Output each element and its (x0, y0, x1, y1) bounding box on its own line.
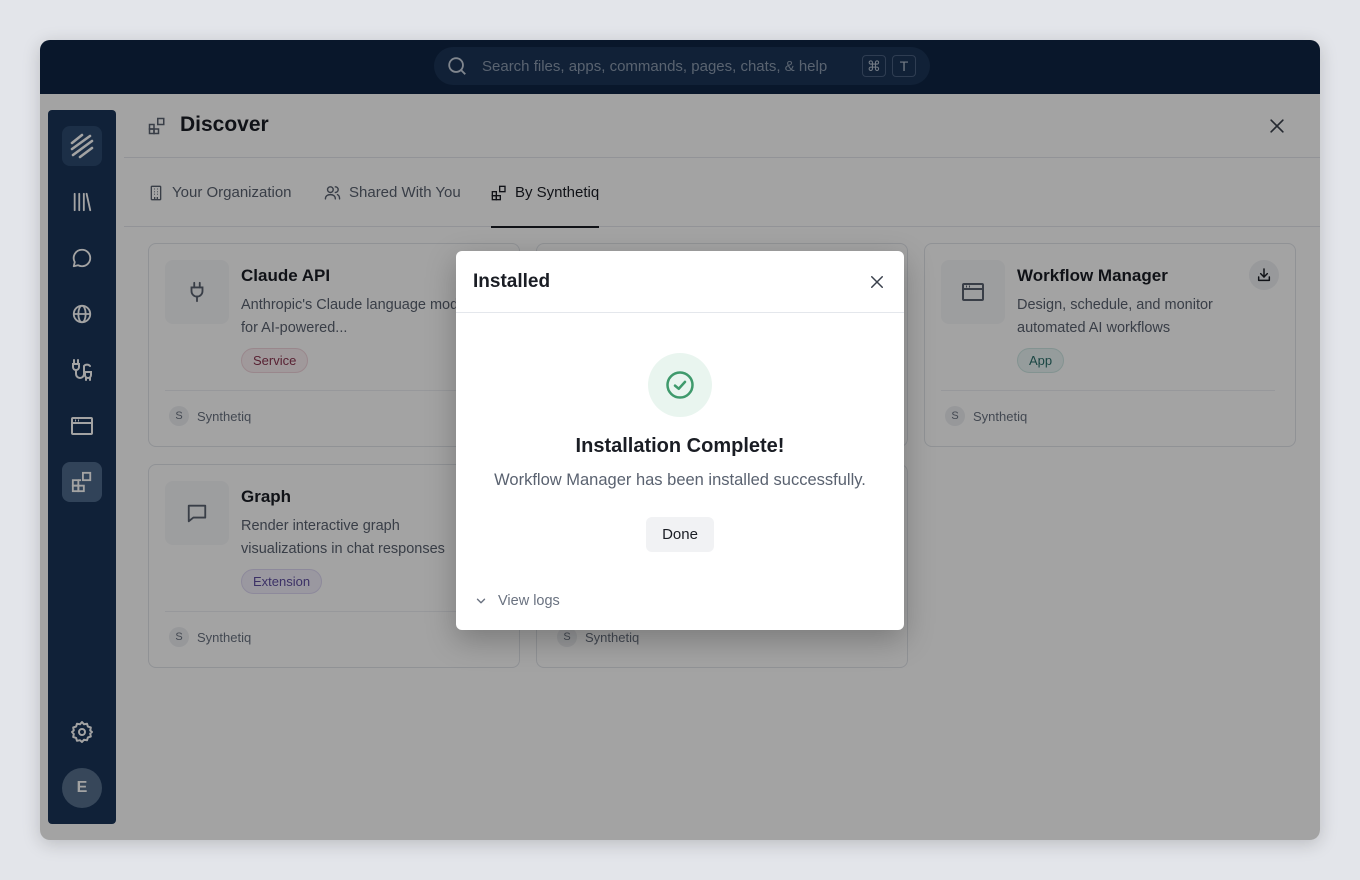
card-description: Anthropic's Claude language model for AI… (241, 297, 470, 336)
window-icon (962, 283, 984, 301)
view-logs-toggle[interactable]: View logs (474, 593, 560, 609)
global-search[interactable]: Search files, apps, commands, pages, cha… (434, 47, 930, 85)
globe-icon (72, 304, 92, 324)
card-icon-box (941, 260, 1005, 324)
publisher-avatar: S (169, 627, 189, 647)
tab-by-synthetiq[interactable]: By Synthetiq (491, 158, 600, 228)
gear-icon (71, 721, 93, 743)
publisher-name: Synthetiq (585, 629, 640, 645)
tab-label: Shared With You (349, 184, 461, 201)
download-icon (1257, 268, 1271, 282)
tab-your-organization[interactable]: Your Organization (148, 158, 292, 227)
card-description: Render interactive graph visualizations … (241, 518, 445, 557)
card-publisher: S Synthetiq (169, 406, 251, 426)
chat-square-icon (187, 504, 207, 523)
window-icon (71, 417, 93, 435)
success-indicator (648, 353, 712, 417)
card-title: Workflow Manager (1017, 266, 1168, 285)
search-placeholder: Search files, apps, commands, pages, cha… (482, 57, 828, 75)
sidebar-logo[interactable] (62, 126, 102, 166)
card-title: Graph (241, 487, 292, 506)
blocks-icon (148, 117, 165, 135)
sidebar: E (48, 110, 116, 824)
card-icon-box (165, 260, 229, 324)
chat-bubble-icon (72, 248, 92, 268)
close-icon[interactable] (868, 273, 886, 291)
done-button[interactable]: Done (646, 517, 714, 552)
chevron-down-icon (476, 598, 486, 604)
installed-dialog: Installed Installation Complete! Workflo… (456, 251, 904, 630)
tab-shared-with-you[interactable]: Shared With You (324, 158, 461, 227)
sidebar-item-apps[interactable] (62, 406, 102, 446)
sidebar-settings[interactable] (62, 712, 102, 752)
shortcut-key-cmd: ⌘ (862, 55, 886, 77)
blocks-icon (71, 471, 92, 493)
shortcut-key-t: T (892, 55, 916, 77)
sidebar-item-integrations[interactable] (62, 350, 102, 390)
tab-bar: Your Organization Shared With You By Syn… (124, 158, 1320, 228)
dialog-title: Installed (473, 271, 551, 292)
card-divider (941, 390, 1275, 391)
plug-icon (190, 281, 204, 303)
close-icon[interactable] (1267, 116, 1287, 136)
publisher-avatar: S (557, 627, 577, 647)
card-publisher: S Synthetiq (945, 406, 1027, 426)
stripes-logo-icon (70, 133, 94, 159)
card-publisher: S Synthetiq (169, 627, 251, 647)
card-divider (165, 390, 499, 391)
building-icon (150, 185, 162, 200)
page-title: Discover (180, 113, 269, 136)
dialog-header: Installed (456, 251, 904, 313)
library-icon (73, 192, 92, 212)
users-icon (324, 186, 341, 200)
publisher-name: Synthetiq (197, 629, 252, 645)
card-publisher: S Synthetiq (557, 627, 639, 647)
card-type-badge: Service (241, 348, 309, 373)
sidebar-item-chats[interactable] (62, 238, 102, 278)
tab-label: By Synthetiq (515, 184, 600, 201)
card-type-badge: Extension (241, 569, 323, 594)
blocks-icon (491, 185, 506, 200)
tab-label: Your Organization (172, 184, 292, 201)
card-icon-box (165, 481, 229, 545)
success-message: Workflow Manager has been installed succ… (494, 471, 866, 489)
install-button[interactable] (1249, 260, 1279, 290)
card-workflow-manager[interactable]: Workflow Manager Design, schedule, and m… (924, 243, 1296, 447)
sidebar-item-library[interactable] (62, 182, 102, 222)
plug-cable-icon (72, 359, 92, 381)
card-title: Claude API (241, 266, 331, 285)
search-icon (448, 57, 466, 75)
card-description: Design, schedule, and monitor automated … (1017, 297, 1213, 336)
success-title: Installation Complete! (575, 435, 785, 457)
card-type-badge: App (1017, 348, 1065, 373)
top-bar: Search files, apps, commands, pages, cha… (40, 40, 1320, 94)
check-circle-icon (666, 371, 694, 399)
page-header: Discover (124, 94, 1320, 158)
publisher-avatar: S (169, 406, 189, 426)
publisher-name: Synthetiq (973, 408, 1028, 424)
user-avatar[interactable]: E (62, 768, 102, 808)
sidebar-item-discover[interactable] (62, 462, 102, 502)
publisher-avatar: S (945, 406, 965, 426)
publisher-name: Synthetiq (197, 408, 252, 424)
card-divider (165, 611, 499, 612)
sidebar-item-web[interactable] (62, 294, 102, 334)
view-logs-label: View logs (498, 593, 560, 609)
